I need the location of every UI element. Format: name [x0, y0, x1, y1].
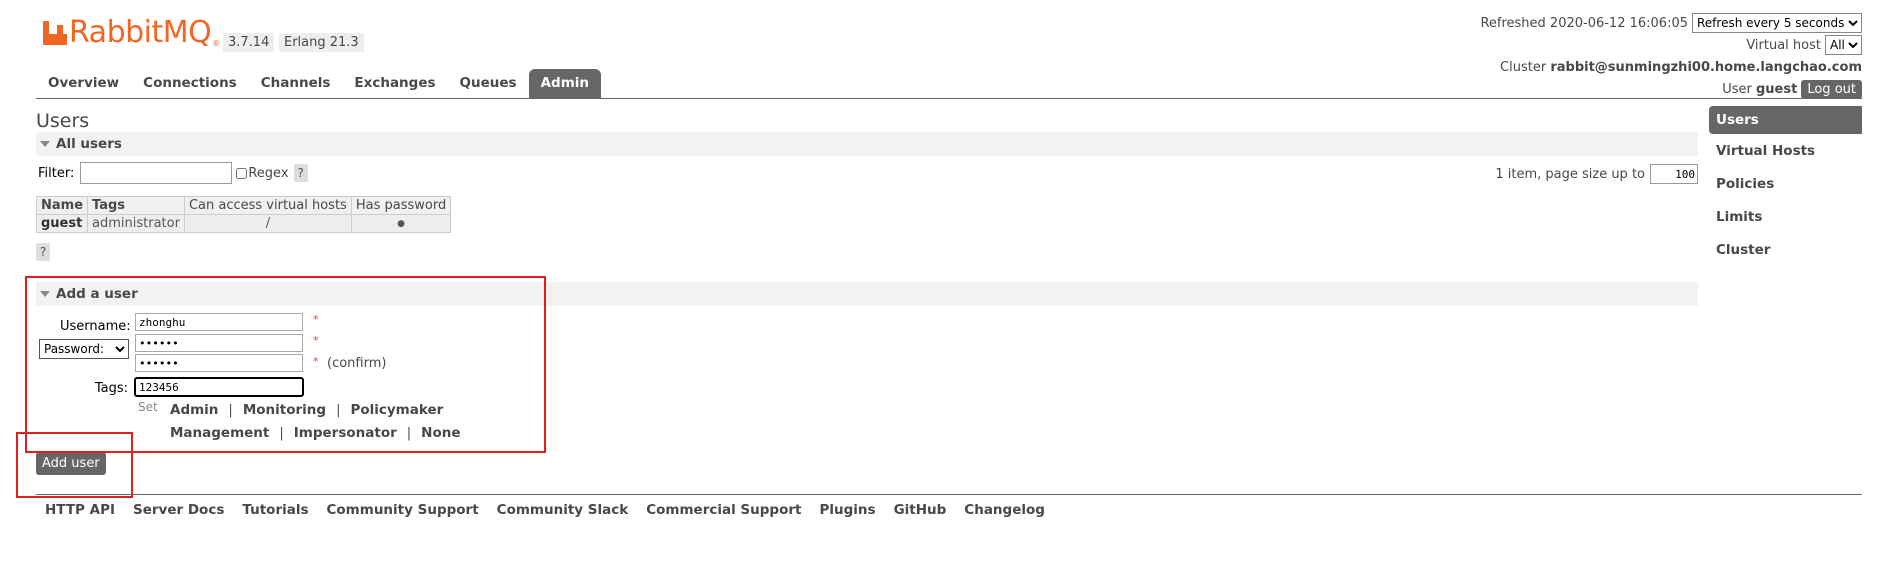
sidebar-item-cluster[interactable]: Cluster [1709, 233, 1862, 266]
all-users-section-title: All users [56, 136, 122, 152]
annotation-box-add-user-button [16, 432, 133, 498]
tab-exchanges[interactable]: Exchanges [342, 69, 447, 98]
footer-link-community-slack[interactable]: Community Slack [488, 498, 638, 522]
sidebar-item-limits[interactable]: Limits [1709, 200, 1862, 233]
rabbitmq-logo[interactable]: RabbitMQ ® [43, 18, 220, 48]
column-header-vhosts[interactable]: Can access virtual hosts [183, 196, 352, 215]
regex-checkbox[interactable] [236, 167, 248, 179]
virtual-host-select[interactable]: All [1825, 35, 1862, 55]
sidebar-item-users[interactable]: Users [1709, 106, 1862, 134]
logo-text: RabbitMQ [69, 15, 212, 50]
page-title: Users [36, 110, 90, 132]
footer-link-http-api[interactable]: HTTP API [36, 498, 124, 522]
footer-links: HTTP API Server Docs Tutorials Community… [36, 498, 1054, 522]
rabbitmq-logo-mark [43, 21, 67, 45]
virtual-host-label: Virtual host [1746, 37, 1821, 53]
sidebar-item-virtual-hosts[interactable]: Virtual Hosts [1709, 134, 1862, 167]
footer-divider [36, 494, 1862, 495]
tab-overview[interactable]: Overview [36, 69, 131, 98]
all-users-section-header[interactable]: All users [36, 132, 1698, 156]
tab-channels[interactable]: Channels [249, 69, 343, 98]
column-header-tags[interactable]: Tags [87, 196, 185, 215]
user-vhosts-cell: / [183, 214, 352, 233]
column-header-has-password[interactable]: Has password [350, 196, 452, 215]
table-row[interactable]: guest administrator / ● [35, 214, 452, 233]
cluster-name: rabbit@sunmingzhi00.home.langchao.com [1550, 59, 1862, 75]
current-user: guest [1756, 81, 1798, 97]
footer-link-commercial-support[interactable]: Commercial Support [637, 498, 810, 522]
filter-input[interactable] [80, 162, 233, 184]
tab-connections[interactable]: Connections [131, 69, 249, 98]
tab-admin[interactable]: Admin [528, 69, 601, 98]
footer-link-github[interactable]: GitHub [885, 498, 956, 522]
refresh-interval-select[interactable]: Refresh every 5 seconds [1692, 13, 1862, 33]
filter-label: Filter: [38, 165, 75, 181]
user-tags-cell: administrator [87, 214, 185, 233]
footer-link-plugins[interactable]: Plugins [810, 498, 884, 522]
status-panel: Refreshed 2020-06-12 16:06:05 Refresh ev… [1480, 12, 1862, 100]
user-name-cell[interactable]: guest [35, 214, 89, 233]
pagination-control: 1 item, page size up to [1495, 164, 1698, 184]
footer-link-server-docs[interactable]: Server Docs [124, 498, 233, 522]
collapse-triangle-icon [40, 141, 50, 147]
erlang-version-badge: Erlang 21.3 [279, 33, 364, 52]
tab-queues[interactable]: Queues [448, 69, 529, 98]
filter-row: Filter: Regex ? [38, 162, 308, 184]
footer-link-community-support[interactable]: Community Support [318, 498, 488, 522]
page-size-input[interactable] [1650, 164, 1698, 184]
logout-button[interactable]: Log out [1801, 79, 1862, 99]
admin-sidebar: Users Virtual Hosts Policies Limits Clus… [1709, 106, 1862, 266]
version-badge: 3.7.14 [223, 33, 275, 52]
table-help-icon[interactable]: ? [36, 243, 51, 261]
regex-label: Regex [248, 165, 289, 181]
table-header-row: Name Tags Can access virtual hosts Has p… [35, 196, 452, 215]
refreshed-timestamp: Refreshed 2020-06-12 16:06:05 [1480, 15, 1688, 31]
footer-link-changelog[interactable]: Changelog [955, 498, 1054, 522]
users-table: Name Tags Can access virtual hosts Has p… [35, 196, 452, 233]
logo-registered-mark: ® [212, 38, 221, 48]
user-label: User [1722, 81, 1752, 97]
pagination-label: 1 item, page size up to [1495, 166, 1645, 182]
column-header-name[interactable]: Name [35, 196, 89, 215]
regex-help-icon[interactable]: ? [293, 164, 308, 182]
sidebar-item-policies[interactable]: Policies [1709, 167, 1862, 200]
footer-link-tutorials[interactable]: Tutorials [233, 498, 317, 522]
user-has-password-cell: ● [350, 214, 452, 233]
cluster-label: Cluster [1500, 59, 1547, 75]
annotation-box-add-user-form [25, 276, 546, 453]
main-nav: Overview Connections Channels Exchanges … [36, 69, 601, 98]
